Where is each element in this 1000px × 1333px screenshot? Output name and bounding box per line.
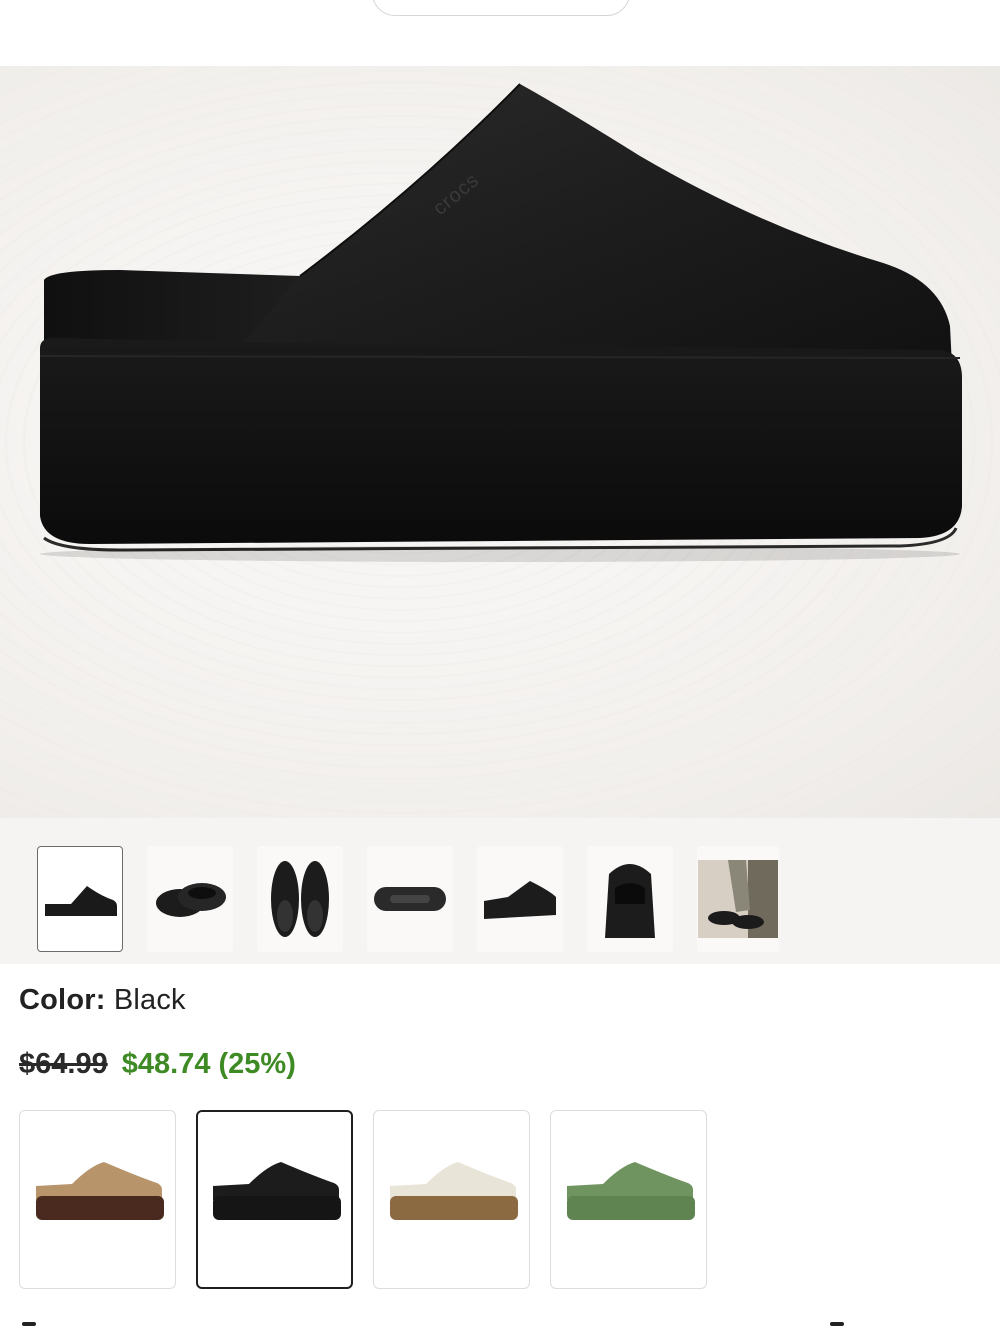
clog-sole-thumbnail-icon (374, 887, 446, 911)
clog-top-view-thumbnail-icon (271, 861, 329, 937)
original-price: $64.99 (19, 1048, 108, 1080)
thumbnail-5[interactable] (477, 846, 563, 952)
thumbnail-strip (0, 818, 1000, 964)
thumbnail-7[interactable] (697, 846, 779, 952)
thumbnail-2[interactable] (147, 846, 233, 952)
thumbnail-6[interactable] (587, 846, 673, 952)
clog-front-angle-thumbnail-icon (484, 881, 556, 919)
color-swatch-cream[interactable] (373, 1110, 530, 1289)
product-hero-image[interactable]: crocs (0, 66, 1000, 818)
color-selection-label: Color: Black (19, 984, 186, 1017)
thumbnail-4[interactable] (367, 846, 453, 952)
thumbnail-3[interactable] (257, 846, 343, 952)
color-label: Color: (19, 984, 106, 1016)
next-section-hint (22, 1322, 36, 1326)
sale-price: $48.74 (25%) (121, 1048, 296, 1080)
tan-clog-swatch-icon (35, 1161, 164, 1220)
thumbnail-1[interactable] (37, 846, 123, 952)
clog-side-thumbnail-icon (45, 886, 117, 916)
clog-pair-angle-thumbnail-icon (156, 883, 226, 917)
green-clog-swatch-icon (566, 1161, 695, 1220)
color-swatch-black[interactable] (196, 1110, 353, 1289)
cream-clog-swatch-icon (389, 1161, 518, 1220)
color-swatch-green[interactable] (550, 1110, 707, 1289)
price: $64.99 $48.74 (25%) (19, 1048, 296, 1081)
black-clog-swatch-icon (212, 1161, 341, 1220)
top-search-pill[interactable] (372, 0, 630, 16)
color-value: Black (113, 984, 186, 1016)
lifestyle-photo-thumbnail-icon (698, 860, 778, 938)
clog-back-view-thumbnail-icon (605, 864, 655, 938)
next-section-hint-right (830, 1322, 844, 1326)
clog-hero-icon: crocs (39, 83, 962, 562)
color-swatch-tan[interactable] (19, 1110, 176, 1289)
